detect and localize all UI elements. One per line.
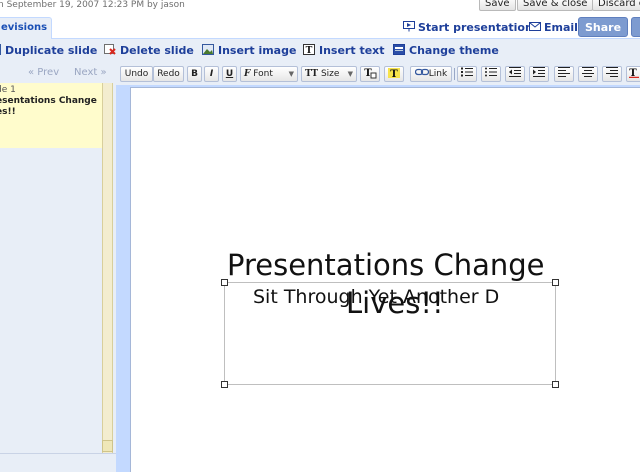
- top-bar: n September 19, 2007 12:23 PM by jason S…: [0, 0, 640, 17]
- italic-button[interactable]: I: [204, 66, 219, 82]
- save-button[interactable]: Save: [479, 0, 516, 11]
- toolbar-separator: [454, 68, 455, 80]
- duplicate-slide-button[interactable]: Duplicate slide: [0, 44, 97, 57]
- tab-revisions[interactable]: evisions: [0, 17, 52, 39]
- undo-button[interactable]: Undo: [120, 66, 153, 82]
- align-left-button[interactable]: [554, 66, 574, 82]
- chevron-down-icon: ▼: [288, 70, 294, 78]
- start-presentation-label: Start presentation: [418, 21, 533, 34]
- slides-panel-footer: [0, 453, 116, 472]
- delete-slide-button[interactable]: Delete slide: [104, 44, 194, 57]
- slides-panel: « Prev Next » de 1 esentations Change es…: [0, 63, 116, 472]
- insert-image-button[interactable]: Insert image: [202, 44, 296, 57]
- email-link[interactable]: Email: [529, 21, 578, 34]
- slide-thumbnail-title: esentations Change: [0, 96, 97, 106]
- clear-formatting-icon: T: [629, 68, 639, 79]
- redo-button[interactable]: Redo: [153, 66, 184, 82]
- slide-subtitle[interactable]: Sit Through Yet Another D: [253, 286, 499, 308]
- envelope-icon: [529, 22, 541, 31]
- numbered-list-icon: [461, 67, 473, 77]
- last-edited-text: n September 19, 2007 12:23 PM by jason: [0, 0, 185, 10]
- start-presentation-link[interactable]: Start presentation: [403, 21, 533, 34]
- next-link[interactable]: Next »: [74, 67, 107, 78]
- slide-title[interactable]: Presentations Change: [227, 248, 545, 283]
- font-dropdown[interactable]: F Font ▼: [240, 66, 298, 82]
- delete-slide-label: Delete slide: [120, 44, 194, 57]
- link-label: Link: [428, 69, 448, 79]
- image-icon: [202, 44, 214, 55]
- svg-text:T: T: [306, 46, 313, 55]
- svg-text:T: T: [390, 69, 398, 79]
- outdent-button[interactable]: [505, 66, 525, 82]
- slide-action-toolbar: Duplicate slide Delete slide Insert imag…: [0, 39, 640, 63]
- size-dropdown[interactable]: TT Size ▼: [301, 66, 357, 82]
- format-toolbar: Undo Redo B I U F Font ▼ TT Size ▼ T T L…: [116, 63, 640, 85]
- more-button[interactable]: [631, 17, 640, 37]
- clear-formatting-button[interactable]: T: [626, 66, 640, 82]
- indent-icon: [533, 67, 545, 77]
- tab-row: evisions Start presentation Email Share: [0, 17, 640, 39]
- size-dropdown-label: Size: [320, 69, 340, 79]
- duplicate-slide-label: Duplicate slide: [5, 44, 98, 57]
- numbered-list-button[interactable]: [457, 66, 477, 82]
- duplicate-slide-icon: [0, 44, 1, 55]
- share-button[interactable]: Share: [578, 17, 628, 37]
- slide-thumbnail-number: de 1: [0, 85, 16, 95]
- theme-icon: [393, 44, 405, 55]
- insert-text-label: Insert text: [319, 44, 385, 57]
- insert-image-label: Insert image: [218, 44, 297, 57]
- resize-handle-bottom-left[interactable]: [221, 381, 228, 388]
- bold-button[interactable]: B: [187, 66, 202, 82]
- align-center-icon: [582, 67, 594, 77]
- slide-pager: « Prev Next »: [0, 63, 116, 83]
- email-label: Email: [544, 21, 578, 34]
- align-right-button[interactable]: [602, 66, 622, 82]
- text-color-button[interactable]: T: [360, 66, 380, 82]
- link-icon: [414, 68, 429, 76]
- slides-scrollbar[interactable]: [102, 83, 113, 453]
- outdent-icon: [509, 67, 521, 77]
- highlight-color-button[interactable]: T: [384, 66, 404, 82]
- underline-button[interactable]: U: [222, 66, 237, 82]
- prev-link[interactable]: « Prev: [28, 67, 59, 78]
- link-button[interactable]: Link: [410, 66, 452, 82]
- slide-thumbnail[interactable]: de 1 esentations Change es!!: [0, 83, 102, 148]
- change-theme-button[interactable]: Change theme: [393, 44, 499, 57]
- bulleted-list-icon: [485, 67, 497, 77]
- slides-scrollbar-thumb[interactable]: [102, 440, 113, 452]
- presentation-icon: [403, 21, 415, 32]
- svg-text:T: T: [629, 68, 637, 78]
- chevron-down-icon: ▼: [347, 70, 353, 78]
- save-close-button[interactable]: Save & close: [517, 0, 594, 11]
- highlight-icon: T: [388, 68, 400, 80]
- font-dropdown-label: Font: [253, 69, 273, 79]
- font-icon: F: [244, 69, 251, 79]
- text-size-icon: TT: [305, 69, 319, 79]
- align-left-icon: [558, 67, 570, 77]
- text-color-icon: T: [364, 68, 377, 79]
- indent-button[interactable]: [529, 66, 549, 82]
- resize-handle-bottom-right[interactable]: [552, 381, 559, 388]
- discard-button[interactable]: Discard c: [592, 0, 640, 11]
- change-theme-label: Change theme: [409, 44, 499, 57]
- delete-slide-icon: [104, 44, 116, 55]
- align-right-icon: [606, 67, 618, 77]
- resize-handle-top-right[interactable]: [552, 279, 559, 286]
- slide-thumbnail-title-line2: es!!: [0, 107, 16, 117]
- insert-text-button[interactable]: T Insert text: [303, 44, 385, 57]
- align-center-button[interactable]: [578, 66, 598, 82]
- text-icon: T: [303, 44, 315, 55]
- bulleted-list-button[interactable]: [481, 66, 501, 82]
